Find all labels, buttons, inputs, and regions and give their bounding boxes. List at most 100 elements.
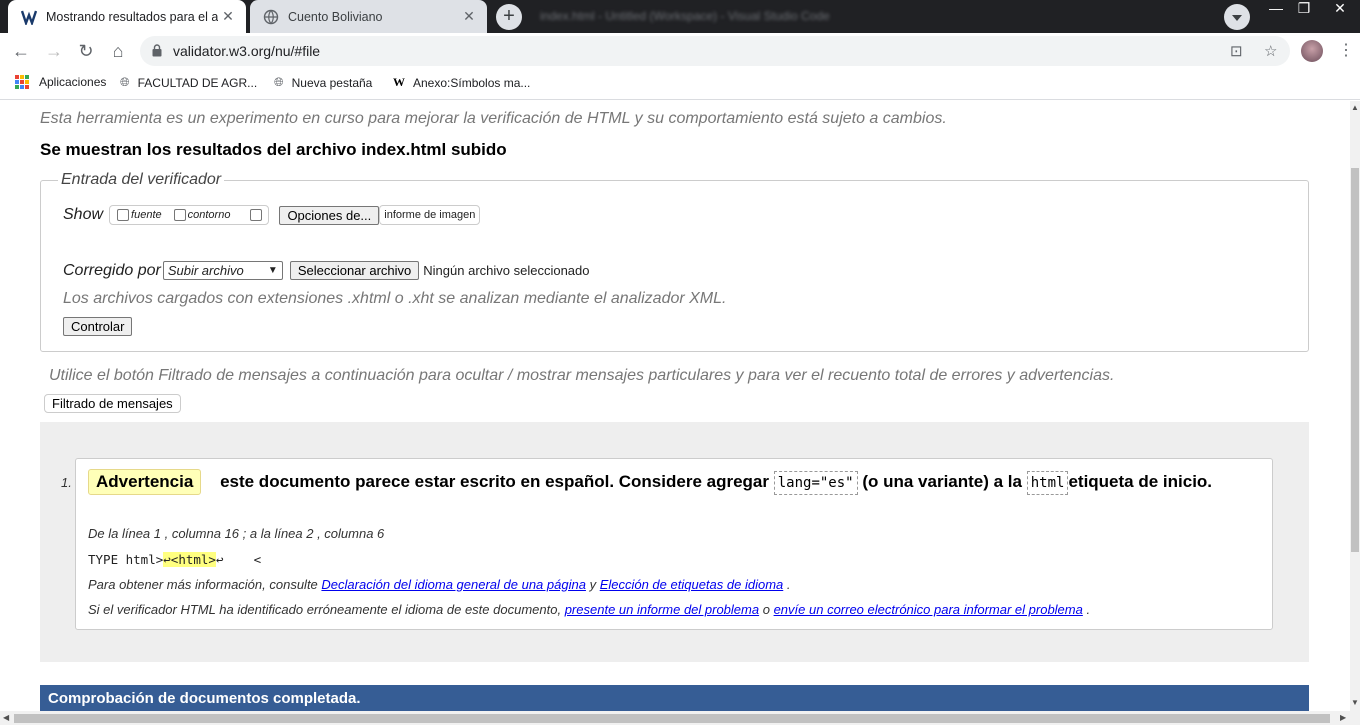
bookmark-anexo[interactable]: W Anexo:Símbolos ma... xyxy=(393,75,530,90)
w3c-validator-icon xyxy=(20,8,38,26)
checked-by-label: Corregido por xyxy=(63,261,161,279)
address-bar[interactable]: validator.w3.org/nu/#file ⊡ ☆ xyxy=(140,36,1290,66)
report-text: o xyxy=(762,602,770,617)
show-options-group: fuente contorno xyxy=(109,205,270,225)
completion-banner: Comprobación de documentos completada. xyxy=(40,685,1309,711)
image-report-checkbox[interactable] xyxy=(250,209,263,221)
tab-strip: Mostrando resultados para el archivo ✕ C… xyxy=(0,0,1360,33)
check-button[interactable]: Controlar xyxy=(63,317,133,336)
show-label: Show xyxy=(63,206,104,223)
translate-icon[interactable]: ⊡ xyxy=(1230,42,1243,60)
code-html-tag: html xyxy=(1026,471,1069,495)
page-content: Esta herramienta es un experimento en cu… xyxy=(0,101,1350,711)
url-text: validator.w3.org/nu/#file xyxy=(173,43,321,59)
outline-checkbox[interactable] xyxy=(173,209,186,221)
report-text: Si el verificador HTML ha identificado e… xyxy=(88,602,562,617)
vertical-scroll-thumb[interactable] xyxy=(1351,168,1359,552)
show-options-row: Show fuente contorno Opciones de... info… xyxy=(63,205,481,225)
blurred-window-title: index.html - Untitled (Workspace) - Visu… xyxy=(540,9,830,23)
extension-note: Los archivos cargados con extensiones .x… xyxy=(63,290,727,307)
extract-highlight: ↩<html> xyxy=(163,552,216,567)
results-panel: 1. Advertencia este documento parece est… xyxy=(40,422,1309,662)
message-number: 1. xyxy=(61,475,72,490)
scroll-down-icon[interactable]: ▼ xyxy=(1351,698,1359,707)
message-heading: Advertencia este documento parece estar … xyxy=(88,467,1258,496)
input-type-select[interactable]: Subir archivo ▼ xyxy=(162,261,283,280)
bookmark-label: FACULTAD DE AGR... xyxy=(137,75,258,90)
source-checkbox[interactable] xyxy=(117,209,130,221)
message-location: De la línea 1 , columna 16 ; a la línea … xyxy=(88,526,385,541)
link-language-tags[interactable]: Elección de etiquetas de idioma xyxy=(600,577,784,592)
scroll-left-icon[interactable]: ◀ xyxy=(3,713,9,722)
report-text: . xyxy=(1086,602,1091,617)
home-icon[interactable]: ⌂ xyxy=(106,39,130,63)
globe-icon: 🌐︎ xyxy=(120,75,130,89)
warning-badge: Advertencia xyxy=(88,469,202,495)
options-button[interactable]: Opciones de... xyxy=(279,205,380,225)
checker-input-fieldset: Entrada del verificador Show fuente cont… xyxy=(40,171,1309,352)
menu-icon[interactable]: ⋮ xyxy=(1338,40,1354,60)
info-text: y xyxy=(589,577,597,592)
horizontal-scroll-thumb[interactable] xyxy=(14,714,1330,723)
reload-icon[interactable]: ↻ xyxy=(74,39,98,63)
scroll-right-icon[interactable]: ▶ xyxy=(1340,713,1346,722)
link-email-problem[interactable]: envíe un correo electrónico para informa… xyxy=(774,602,1083,617)
outline-label: contorno xyxy=(187,209,231,221)
maximize-icon[interactable]: ❐ xyxy=(1290,0,1318,18)
code-lang-attr: lang="es" xyxy=(773,471,858,495)
bookmark-nueva-pestana[interactable]: 🌐︎ Nueva pestaña xyxy=(274,75,372,90)
page-title: Se muestran los resultados del archivo i… xyxy=(40,140,507,159)
scroll-up-icon[interactable]: ▲ xyxy=(1351,103,1359,112)
tab-cuento[interactable]: Cuento Boliviano ✕ xyxy=(250,0,487,33)
image-report-label: informe de imagen xyxy=(379,205,481,225)
extract-post: ↩ < xyxy=(215,552,262,567)
close-icon[interactable]: ✕ xyxy=(218,8,238,25)
intro-text: Esta herramienta es un experimento en cu… xyxy=(40,110,947,127)
info-text: . xyxy=(786,577,791,592)
lock-icon xyxy=(152,44,162,57)
tab-validator[interactable]: Mostrando resultados para el archivo ✕ xyxy=(8,0,246,33)
bookmark-facultad[interactable]: 🌐︎ FACULTAD DE AGR... xyxy=(120,75,257,90)
no-file-text: Ningún archivo seleccionado xyxy=(423,263,590,278)
chevron-down-icon: ▼ xyxy=(267,265,278,276)
apps-icon xyxy=(15,75,29,89)
link-language-declaration[interactable]: Declaración del idioma general de una pá… xyxy=(321,577,586,592)
code-extract: TYPE html>↩<html>↩ < xyxy=(88,552,261,567)
select-value: Subir archivo xyxy=(167,263,244,278)
window-close-icon[interactable]: ✕ xyxy=(1326,0,1354,18)
info-text: Para obtener más información, consulte xyxy=(88,577,318,592)
filter-info-text: Utilice el botón Filtrado de mensajes a … xyxy=(49,367,1115,384)
forward-icon[interactable]: → xyxy=(42,39,66,63)
bookmark-label: Aplicaciones xyxy=(39,75,107,89)
wikipedia-icon: W xyxy=(393,75,405,89)
new-tab-button[interactable]: + xyxy=(496,4,522,30)
message-text: etiqueta de inicio. xyxy=(1068,472,1213,491)
close-icon[interactable]: ✕ xyxy=(459,8,479,25)
link-report-problem[interactable]: presente un informe del problema xyxy=(565,602,759,617)
minimize-icon[interactable]: — xyxy=(1262,0,1290,18)
tab-title: Mostrando resultados para el archivo xyxy=(46,9,218,24)
bookmark-apps[interactable]: Aplicaciones xyxy=(15,75,106,89)
bookmarks-bar: Aplicaciones 🌐︎ FACULTAD DE AGR... 🌐︎ Nu… xyxy=(0,69,1360,100)
extract-pre: TYPE html> xyxy=(88,552,164,567)
globe-icon: 🌐︎ xyxy=(274,75,284,89)
bookmark-label: Nueva pestaña xyxy=(291,75,373,90)
browser-toolbar: ← → ↻ ⌂ validator.w3.org/nu/#file ⊡ ☆ ⋮ xyxy=(0,33,1360,69)
checker-legend: Entrada del verificador xyxy=(58,171,225,189)
message-filter-button[interactable]: Filtrado de mensajes xyxy=(44,394,181,413)
back-icon[interactable]: ← xyxy=(9,39,33,63)
star-icon[interactable]: ☆ xyxy=(1264,42,1277,60)
list-item: Advertencia este documento parece estar … xyxy=(75,458,1273,630)
report-line: Si el verificador HTML ha identificado e… xyxy=(88,602,1090,617)
tab-search-button[interactable] xyxy=(1224,4,1250,30)
bookmark-label: Anexo:Símbolos ma... xyxy=(413,75,531,90)
message-text: (o una variante) a la xyxy=(862,472,1022,491)
choose-file-button[interactable]: Seleccionar archivo xyxy=(289,261,420,280)
more-info-line: Para obtener más información, consulte D… xyxy=(88,577,791,592)
source-label: fuente xyxy=(131,209,162,221)
globe-icon xyxy=(262,8,280,26)
avatar[interactable] xyxy=(1301,40,1323,62)
message-text: este documento parece estar escrito en e… xyxy=(220,472,769,491)
checked-by-row: Corregido por Subir archivo ▼ Selecciona… xyxy=(63,261,590,280)
tab-title: Cuento Boliviano xyxy=(288,9,383,24)
